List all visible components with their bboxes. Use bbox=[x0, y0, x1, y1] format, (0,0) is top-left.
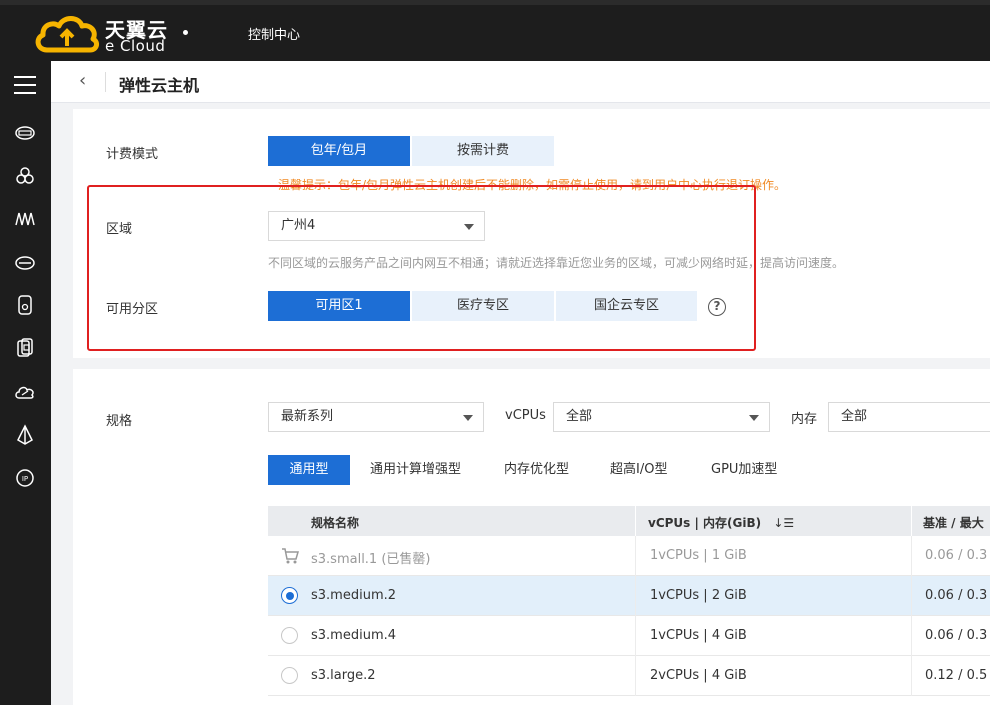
billing-option-on-demand[interactable]: 按需计费 bbox=[412, 136, 554, 166]
sort-icon[interactable]: ↓☰ bbox=[773, 516, 794, 530]
column-header-cpu-mem[interactable]: vCPUs | 内存(GiB) ↓☰ bbox=[648, 514, 794, 531]
cdn-icon[interactable] bbox=[13, 380, 37, 404]
brand-name-en: e Cloud bbox=[105, 37, 166, 55]
billing-option-yearly[interactable]: 包年/包月 bbox=[268, 136, 410, 166]
table-header: 规格名称 vCPUs | 内存(GiB) ↓☰ 基准 / 最大 bbox=[268, 506, 990, 536]
row-spec-name: s3.small.1 (已售罄) bbox=[311, 552, 431, 567]
row-radio-selected[interactable] bbox=[281, 587, 298, 604]
column-header-name[interactable]: 规格名称 bbox=[311, 514, 359, 531]
billing-label: 计费模式 bbox=[106, 147, 159, 162]
svg-text:IP: IP bbox=[22, 475, 28, 483]
storage-icon[interactable] bbox=[13, 251, 37, 275]
type-tab-memory-optimized[interactable]: 内存优化型 bbox=[504, 455, 569, 485]
brand-logo[interactable]: 天翼云 e Cloud bbox=[33, 10, 193, 56]
security-icon[interactable] bbox=[13, 423, 37, 447]
page-header: ‹ 弹性云主机 bbox=[51, 61, 990, 103]
caret-down-icon bbox=[463, 415, 473, 421]
back-chevron-icon[interactable]: ‹ bbox=[79, 71, 99, 93]
row-bandwidth: 0.06 / 0.3 G bbox=[925, 548, 990, 563]
series-select-value: 最新系列 bbox=[281, 409, 334, 424]
row-spec-name: s3.medium.4 bbox=[311, 628, 397, 643]
column-header-cpu-mem-label: vCPUs | 内存(GiB) bbox=[648, 516, 762, 530]
cluster-icon[interactable] bbox=[13, 164, 37, 188]
vcpus-filter-label: vCPUs bbox=[505, 408, 546, 423]
ip-icon[interactable]: IP bbox=[13, 466, 37, 490]
header-divider bbox=[105, 72, 106, 92]
top-edge-line bbox=[0, 0, 990, 5]
table-row[interactable]: s3.medium.2 1vCPUs | 2 GiB 0.06 / 0.3 G bbox=[268, 576, 990, 616]
row-spec-name: s3.medium.2 bbox=[311, 588, 397, 603]
row-cpu-mem: 1vCPUs | 4 GiB bbox=[650, 628, 747, 643]
row-cpu-mem: 2vCPUs | 4 GiB bbox=[650, 668, 747, 683]
page-title: 弹性云主机 bbox=[119, 76, 200, 95]
table-row: s3.small.1 (已售罄) 1vCPUs | 1 GiB 0.06 / 0… bbox=[268, 536, 990, 576]
brand-dot bbox=[183, 30, 188, 35]
vcpus-select-value: 全部 bbox=[566, 409, 593, 424]
type-tab-high-io[interactable]: 超高I/O型 bbox=[610, 455, 667, 485]
database-icon[interactable] bbox=[13, 293, 37, 317]
row-bandwidth: 0.12 / 0.5 G bbox=[925, 668, 990, 683]
row-cpu-mem: 1vCPUs | 1 GiB bbox=[650, 548, 747, 563]
cloud-host-icon[interactable] bbox=[13, 121, 37, 145]
vcpus-select[interactable]: 全部 bbox=[553, 402, 770, 432]
spec-label: 规格 bbox=[106, 414, 133, 429]
type-tab-compute-enhanced[interactable]: 通用计算增强型 bbox=[370, 455, 461, 485]
row-spec-name: s3.large.2 bbox=[311, 668, 376, 683]
backup-icon[interactable] bbox=[13, 336, 37, 360]
caret-down-icon bbox=[749, 415, 759, 421]
column-header-bandwidth[interactable]: 基准 / 最大 bbox=[923, 514, 984, 531]
top-bar: 天翼云 e Cloud 控制中心 bbox=[0, 0, 990, 61]
nav-console-link[interactable]: 控制中心 bbox=[248, 24, 300, 43]
table-row[interactable]: s3.large.2 2vCPUs | 4 GiB 0.12 / 0.5 G bbox=[268, 656, 990, 696]
row-bandwidth: 0.06 / 0.3 G bbox=[925, 628, 990, 643]
spec-table: 规格名称 vCPUs | 内存(GiB) ↓☰ 基准 / 最大 s3.small… bbox=[268, 506, 990, 696]
series-select[interactable]: 最新系列 bbox=[268, 402, 484, 432]
network-icon[interactable] bbox=[13, 207, 37, 231]
menu-icon[interactable] bbox=[14, 76, 36, 94]
row-radio[interactable] bbox=[281, 667, 298, 684]
type-tab-general[interactable]: 通用型 bbox=[268, 455, 350, 485]
row-bandwidth: 0.06 / 0.3 G bbox=[925, 588, 990, 603]
row-cpu-mem: 1vCPUs | 2 GiB bbox=[650, 588, 747, 603]
cloud-logo-icon bbox=[35, 16, 100, 53]
left-sidebar: IP bbox=[0, 61, 51, 705]
type-tab-gpu[interactable]: GPU加速型 bbox=[711, 455, 777, 485]
memory-select[interactable]: 全部 bbox=[828, 402, 990, 432]
billing-mode-selector: 包年/包月 按需计费 bbox=[268, 136, 556, 166]
table-row[interactable]: s3.medium.4 1vCPUs | 4 GiB 0.06 / 0.3 G bbox=[268, 616, 990, 656]
highlight-annotation-box bbox=[87, 185, 756, 351]
soldout-cart-icon bbox=[282, 548, 299, 564]
memory-select-value: 全部 bbox=[841, 409, 868, 424]
spec-card: 规格 最新系列 vCPUs 全部 内存 全部 通用型 通用计算增强型 内存优化型… bbox=[73, 369, 990, 705]
memory-filter-label: 内存 bbox=[791, 412, 818, 427]
row-radio[interactable] bbox=[281, 627, 298, 644]
